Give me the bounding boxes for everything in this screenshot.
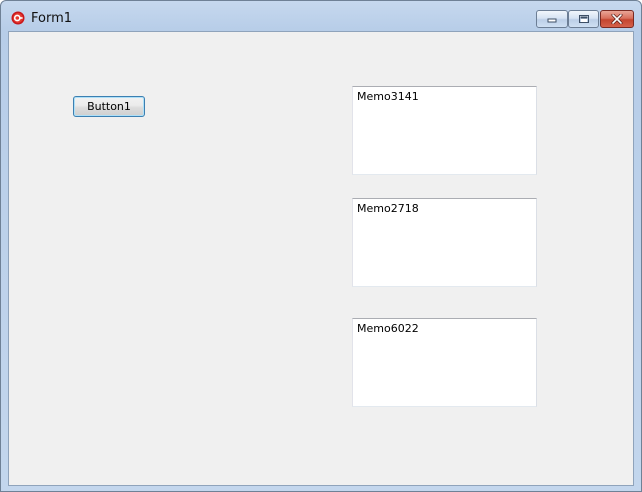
button1[interactable]: Button1 [73,96,145,117]
memo-3141[interactable]: Memo3141 [352,86,537,175]
close-icon [611,14,623,24]
close-button[interactable] [600,10,634,28]
minimize-icon [547,18,557,23]
application-window: Form1 [0,0,642,492]
window-title: Form1 [31,11,73,26]
maximize-icon [578,15,589,23]
minimize-button[interactable] [536,10,568,28]
memo-2718[interactable]: Memo2718 [352,198,537,287]
maximize-button[interactable] [568,10,599,28]
title-bar[interactable]: Form1 [1,1,641,31]
memo-6022[interactable]: Memo6022 [352,318,537,407]
app-icon [11,11,25,25]
